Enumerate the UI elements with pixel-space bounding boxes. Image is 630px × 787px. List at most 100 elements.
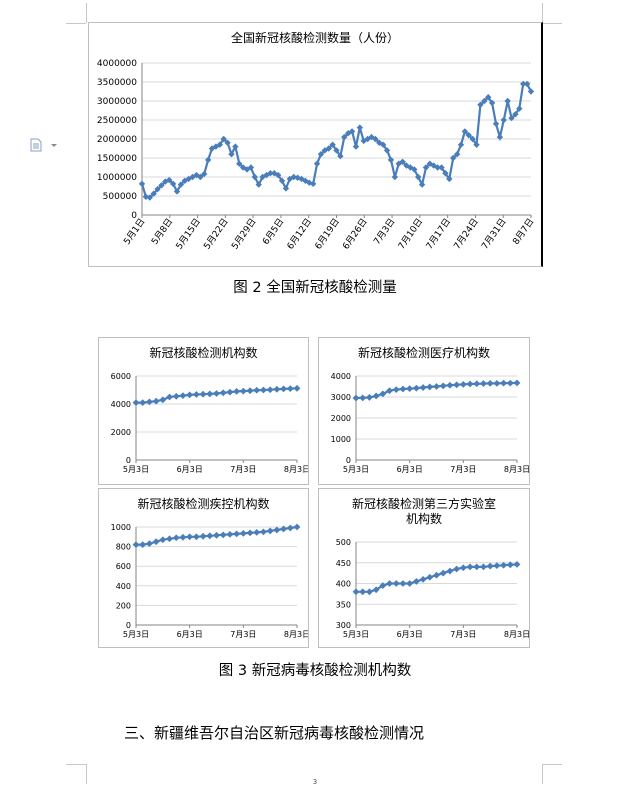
data-point <box>206 532 214 540</box>
data-point <box>293 523 301 531</box>
data-point <box>226 388 234 396</box>
data-point <box>486 379 494 387</box>
cdc-institutions-chart: 新冠核酸检测疾控机构数 0 200 400 600 800 1000 5月3日 6月3日 7月3… <box>98 488 309 648</box>
data-point <box>233 388 241 395</box>
data-point <box>159 536 167 544</box>
x-tick-label: 5月3日 <box>343 630 369 639</box>
data-point <box>273 385 281 393</box>
x-tick-label: 7月3日 <box>230 465 256 474</box>
data-point <box>286 524 294 532</box>
x-tick-label: 5月8日 <box>149 216 175 246</box>
data-point <box>359 588 367 596</box>
data-point <box>213 531 220 539</box>
data-point <box>239 529 247 537</box>
data-point <box>439 569 447 577</box>
data-point <box>386 580 393 587</box>
data-point <box>313 160 321 167</box>
data-point <box>186 391 194 399</box>
data-point <box>179 533 187 541</box>
x-tick-label: 7月10日 <box>396 216 425 251</box>
data-point <box>419 384 427 391</box>
y-tick-label: 6000 <box>111 372 131 381</box>
y-tick-label: 0 <box>126 621 131 630</box>
chart-plot: 0 2000 4000 6000 5月3日 6月3日 7月3日 8月3日 <box>111 372 308 474</box>
x-tick-label: 6月3日 <box>397 465 423 474</box>
data-point <box>439 382 447 390</box>
data-point <box>253 528 261 536</box>
y-tick-label: 200 <box>116 601 131 610</box>
data-point <box>466 563 474 571</box>
data-point <box>146 540 153 548</box>
x-tick-label: 8月3日 <box>284 465 308 474</box>
data-point <box>391 173 399 181</box>
chart-plot: 0500000100000015000002000000250000030000… <box>97 59 537 252</box>
data-point <box>506 379 514 387</box>
data-point <box>453 565 461 573</box>
data-point <box>246 529 254 537</box>
chart-plot: 0 200 400 600 800 1000 5月3日 6月3日 7月3日 8月3日 <box>111 523 308 639</box>
national-testing-chart: 全国新冠核酸检测数量（人份） 0 500000 1000000 1500000 2000… <box>88 22 543 267</box>
data-point <box>492 120 500 127</box>
data-point <box>433 383 440 390</box>
data-point <box>480 563 487 571</box>
y-tick-label: 2000 <box>331 414 351 423</box>
data-point <box>286 385 294 392</box>
data-point <box>459 564 467 572</box>
x-tick-label: 8月3日 <box>504 465 529 474</box>
data-point <box>152 538 160 546</box>
x-tick-label: 6月5日 <box>260 216 286 246</box>
data-point <box>199 532 207 540</box>
y-tick-label: 500 <box>336 538 351 547</box>
y-tick-label: 1000 <box>331 435 351 444</box>
data-point <box>426 573 434 581</box>
x-tick-label: 6月3日 <box>177 465 203 474</box>
data-point <box>446 567 454 575</box>
y-tick-label: 0 <box>126 456 131 465</box>
y-tick-label: 1000000 <box>97 173 137 183</box>
y-tick-label: 4000 <box>111 400 131 409</box>
third-party-labs-chart: 新冠核酸检测第三方实验室 机构数 300 350 400 450 500 5月3日 6月3日… <box>318 488 530 648</box>
data-point <box>446 381 454 389</box>
testing-institutions-chart: 新冠核酸检测机构数 0 2000 4000 6000 5月3日 6月3日 7月3日 8月3日 <box>98 337 309 485</box>
x-tick-label: 5月22日 <box>202 216 231 251</box>
x-tick-label: 5月15日 <box>174 216 203 251</box>
section-heading: 三、新疆维吾尔自治区新冠病毒核酸检测情况 <box>124 724 425 742</box>
data-point <box>132 399 140 406</box>
data-point <box>372 392 380 400</box>
data-point <box>186 533 194 541</box>
data-point <box>166 393 173 401</box>
chart-plot: 300 350 400 450 500 5月3日 6月3日 7月3日 8月3日 <box>336 538 529 639</box>
layout-options-icon[interactable] <box>29 137 59 152</box>
y-tick-label: 4000 <box>331 372 351 381</box>
y-tick-label: 1500000 <box>97 154 137 164</box>
x-tick-label: 6月12日 <box>285 216 314 251</box>
data-point <box>266 386 274 394</box>
y-tick-label: 3000000 <box>97 97 137 107</box>
y-tick-label: 0 <box>346 456 351 465</box>
data-point <box>266 527 274 535</box>
x-tick-label: 8月7日 <box>511 216 537 246</box>
y-tick-label: 800 <box>116 543 131 552</box>
data-point <box>486 562 494 570</box>
figure-3-caption: 图 3 新冠病毒核酸检测机构数 <box>218 663 412 679</box>
data-point <box>493 379 501 387</box>
page-number: 3 <box>312 778 318 786</box>
data-point <box>166 535 173 543</box>
data-point <box>260 386 267 394</box>
y-tick-label: 400 <box>336 580 351 589</box>
x-tick-label: 6月3日 <box>177 630 203 639</box>
x-tick-label: 7月3日 <box>450 630 476 639</box>
data-point <box>392 580 400 587</box>
data-point <box>366 394 373 401</box>
figure-2-caption: 图 2 全国新冠核酸检测量 <box>233 280 397 296</box>
x-tick-label: 6月19日 <box>313 216 342 251</box>
data-point <box>206 390 214 398</box>
y-tick-label: 2000 <box>111 428 131 437</box>
x-tick-label: 6月26日 <box>341 216 370 251</box>
data-point <box>366 588 373 596</box>
y-tick-label: 2000000 <box>97 135 137 145</box>
y-tick-label: 2500000 <box>97 116 137 126</box>
data-point <box>226 530 234 538</box>
data-point <box>493 562 501 570</box>
data-point <box>199 390 207 398</box>
